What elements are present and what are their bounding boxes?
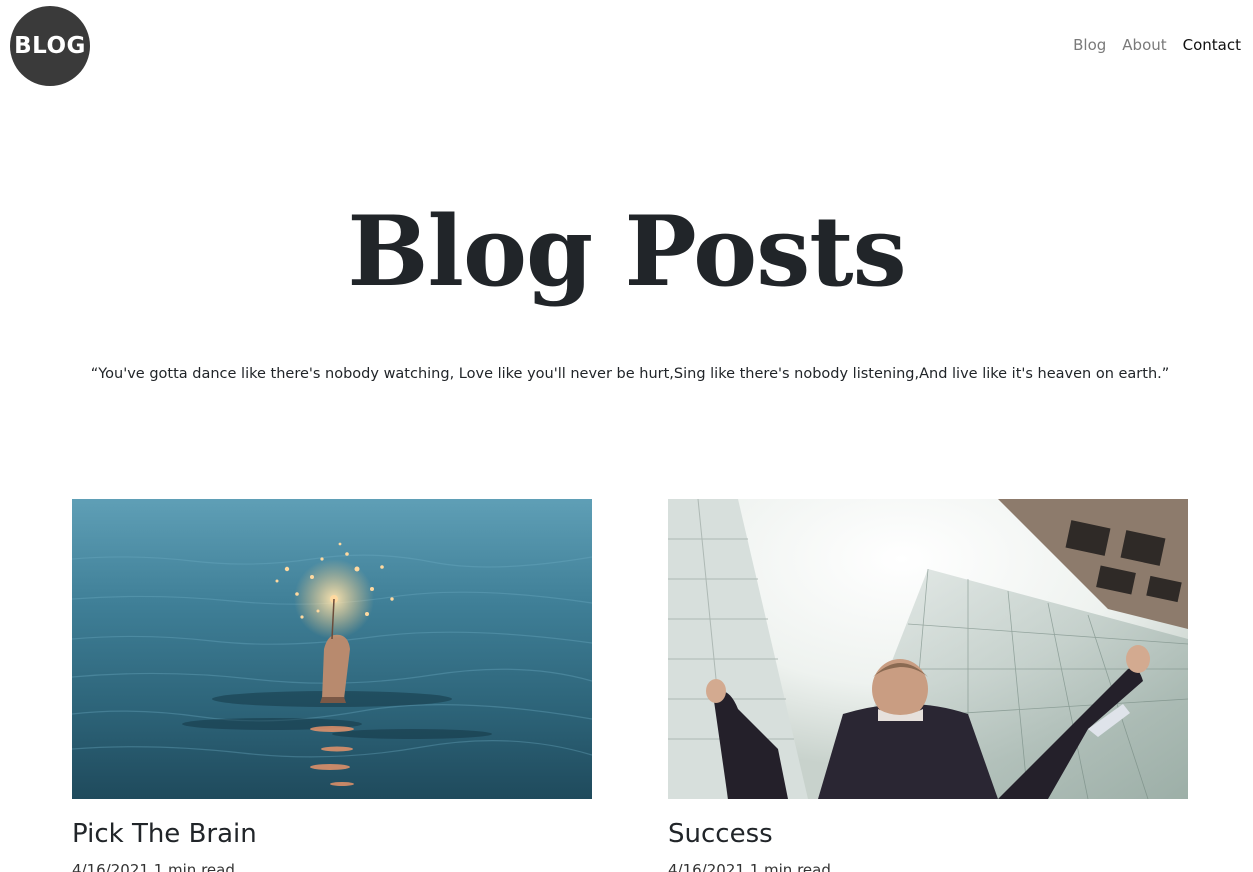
post-title[interactable]: Success [668, 817, 1188, 851]
post-title[interactable]: Pick The Brain [72, 817, 592, 851]
blog-page: BLOG Blog About Contact Blog Posts “You'… [0, 0, 1253, 872]
nav-about[interactable]: About [1122, 36, 1166, 54]
page-title: Blog Posts [347, 195, 906, 308]
post-meta: 4/16/2021 1 min read [72, 861, 592, 872]
hero-quote: “You've gotta dance like there's nobody … [90, 366, 1170, 382]
nav-blog[interactable]: Blog [1073, 36, 1106, 54]
post-date: 4/16/2021 [668, 861, 745, 872]
nav-contact[interactable]: Contact [1183, 36, 1241, 54]
post-image-link[interactable] [72, 499, 592, 799]
post-card: Pick The Brain 4/16/2021 1 min read [72, 499, 592, 872]
post-image-link[interactable] [668, 499, 1188, 799]
post-read-time: 1 min read [749, 861, 831, 872]
post-date: 4/16/2021 [72, 861, 149, 872]
logo-text: BLOG [14, 33, 86, 59]
logo-link[interactable]: BLOG [10, 6, 90, 86]
post-card: Success 4/16/2021 1 min read [668, 499, 1188, 872]
sparkler-in-sea-photo [72, 499, 592, 799]
post-meta: 4/16/2021 1 min read [668, 861, 1188, 872]
post-read-time: 1 min read [153, 861, 235, 872]
main-nav: Blog About Contact [1073, 36, 1241, 54]
businessman-arms-raised-skyscrapers-photo [668, 499, 1188, 799]
